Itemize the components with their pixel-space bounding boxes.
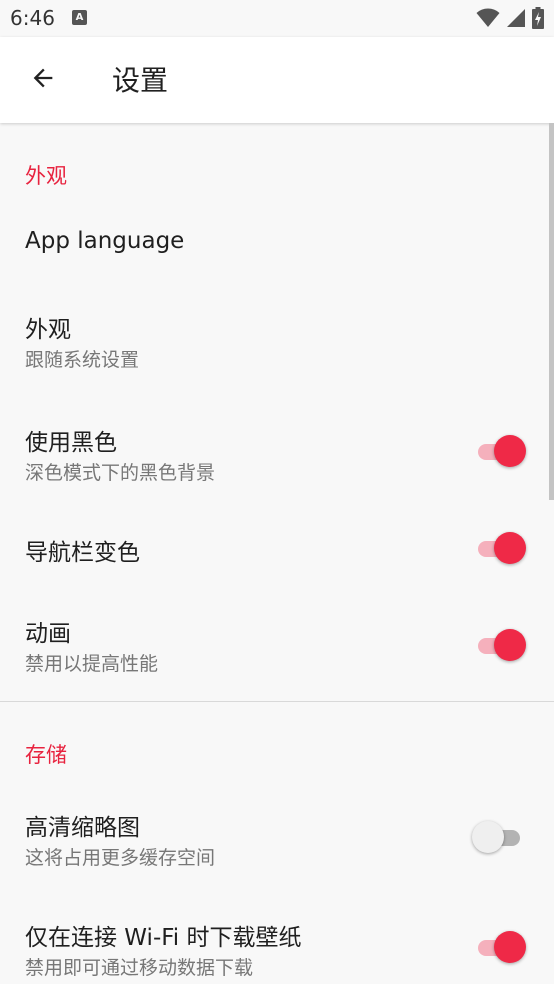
setting-title: 仅在连接 Wi-Fi 时下载壁纸	[25, 925, 302, 951]
back-button[interactable]	[20, 57, 66, 103]
section-header-storage: 存储	[25, 743, 67, 767]
setting-title: 动画	[25, 621, 71, 647]
arrow-back-icon	[29, 64, 57, 96]
black-theme-switch[interactable]	[474, 434, 526, 468]
setting-subtitle: 这将占用更多缓存空间	[25, 847, 216, 869]
switch-thumb	[494, 931, 526, 963]
setting-title: 导航栏变色	[25, 540, 140, 566]
setting-black-theme[interactable]: 使用黑色 深色模式下的黑色背景	[0, 395, 554, 507]
cell-signal-icon	[506, 8, 526, 32]
hd-thumbnails-switch[interactable]	[472, 820, 524, 854]
setting-nav-color[interactable]: 导航栏变色	[0, 507, 554, 589]
status-icons	[476, 7, 544, 33]
switch-thumb	[494, 629, 526, 661]
section-header-appearance: 外观	[25, 164, 67, 188]
section-divider	[0, 701, 554, 702]
setting-wifi-only[interactable]: 仅在连接 Wi-Fi 时下载壁纸 禁用即可通过移动数据下载	[0, 893, 554, 984]
animation-switch[interactable]	[474, 628, 526, 662]
switch-thumb	[472, 821, 504, 853]
switch-thumb	[494, 435, 526, 467]
nav-color-switch[interactable]	[474, 531, 526, 565]
status-time: 6:46	[10, 6, 55, 30]
setting-subtitle: 禁用以提高性能	[25, 653, 159, 675]
setting-hd-thumbnails[interactable]: 高清缩略图 这将占用更多缓存空间	[0, 783, 554, 893]
setting-theme[interactable]: 外观 跟随系统设置	[0, 293, 554, 395]
setting-subtitle: 跟随系统设置	[25, 349, 140, 371]
setting-app-language[interactable]: App language	[0, 193, 554, 293]
setting-subtitle: 深色模式下的黑色背景	[25, 462, 216, 484]
setting-title: App language	[25, 228, 185, 254]
scrollbar[interactable]	[549, 123, 554, 500]
setting-title: 使用黑色	[25, 430, 117, 456]
status-bar: 6:46 A	[0, 0, 554, 37]
settings-list: 外观 App language 外观 跟随系统设置 使用黑色 深色模式下的黑色背…	[0, 123, 554, 984]
app-bar: 设置	[0, 37, 554, 123]
setting-subtitle: 禁用即可通过移动数据下载	[25, 957, 254, 979]
page-title: 设置	[112, 64, 169, 97]
setting-animation[interactable]: 动画 禁用以提高性能	[0, 589, 554, 701]
a-badge-icon: A	[72, 10, 87, 25]
settings-screen: 6:46 A 设置 外观 App language 外观 跟随系统设置 使用黑色…	[0, 0, 554, 984]
setting-title: 外观	[25, 317, 71, 343]
battery-charging-icon	[532, 7, 544, 33]
wifi-only-switch[interactable]	[474, 930, 526, 964]
wifi-icon	[476, 8, 500, 32]
switch-thumb	[494, 532, 526, 564]
setting-title: 高清缩略图	[25, 815, 140, 841]
